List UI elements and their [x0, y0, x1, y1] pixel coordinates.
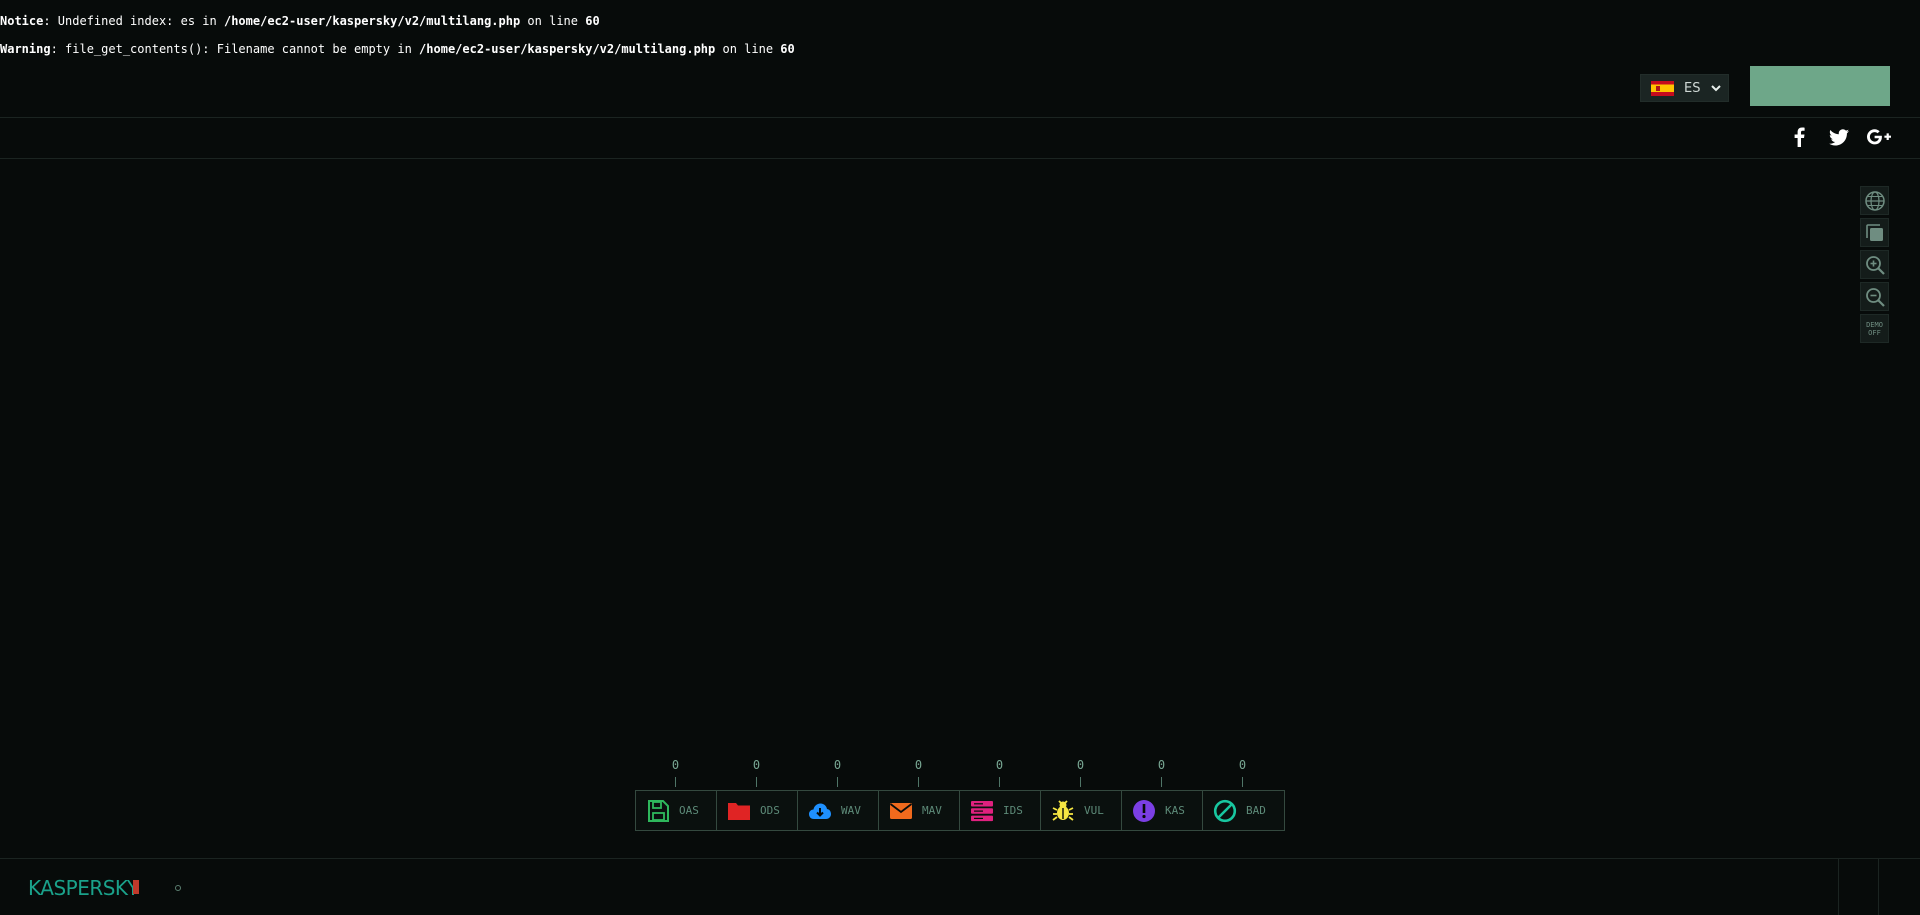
count-value: 0: [671, 758, 680, 772]
count-value: 0: [1076, 758, 1085, 772]
header-action-button[interactable]: [1750, 66, 1890, 106]
spain-flag-icon: [1651, 80, 1674, 96]
legend-label: WAV: [841, 804, 861, 817]
legend-counters: 0 0 0 0 0 0 0 0: [635, 758, 1285, 790]
legend-item-ids[interactable]: IDS: [960, 791, 1041, 830]
legend-item-wav[interactable]: WAV: [798, 791, 879, 830]
server-icon: [971, 800, 993, 821]
count-value: 0: [995, 758, 1004, 772]
legend-item-vul[interactable]: VUL: [1041, 791, 1122, 830]
header-divider: [0, 117, 1920, 118]
globe-view-button[interactable]: [1860, 186, 1889, 215]
legend-label: KAS: [1165, 804, 1185, 817]
footer-separator: [1838, 858, 1839, 915]
zoom-in-icon: [1865, 255, 1885, 275]
social-bar-divider: [0, 158, 1920, 159]
kaspersky-lab-badge: [133, 880, 139, 894]
legend-item-kas[interactable]: KAS: [1122, 791, 1203, 830]
language-selector[interactable]: ES: [1640, 74, 1729, 102]
notice-line-number: 60: [585, 14, 600, 28]
count-value: 0: [1157, 758, 1166, 772]
notice-path: /home/ec2-user/kaspersky/v2/multilang.ph…: [223, 14, 521, 28]
threat-legend: OAS ODS WAV MAV IDS VUL KAS BAD: [635, 790, 1285, 831]
warning-message: : file_get_contents(): Filename cannot b…: [50, 42, 420, 56]
count-value: 0: [1238, 758, 1247, 772]
warning-line-text: on line: [715, 42, 781, 56]
notice-line-text: on line: [520, 14, 586, 28]
php-notice-line: Notice: Undefined index: es in /home/ec2…: [0, 14, 600, 28]
demo-toggle-button[interactable]: DEMO OFF: [1860, 314, 1889, 343]
legend-item-ods[interactable]: ODS: [717, 791, 798, 830]
cloud-download-icon: [809, 803, 831, 819]
twitter-icon[interactable]: [1826, 124, 1852, 150]
zoom-out-icon: [1865, 287, 1885, 307]
php-warning-line: Warning: file_get_contents(): Filename c…: [0, 42, 795, 56]
count-vul: 0: [1040, 758, 1121, 787]
legend-item-mav[interactable]: MAV: [879, 791, 960, 830]
legend-label: ODS: [760, 804, 780, 817]
language-code: ES: [1684, 80, 1701, 96]
notice-label: Notice: [0, 14, 44, 28]
legend-item-bad[interactable]: BAD: [1203, 791, 1284, 830]
flat-view-button[interactable]: [1860, 218, 1889, 247]
legend-item-oas[interactable]: OAS: [636, 791, 717, 830]
legend-label: OAS: [679, 804, 699, 817]
demo-state: OFF: [1868, 328, 1881, 337]
ban-icon: [1213, 799, 1237, 822]
zoom-in-button[interactable]: [1860, 250, 1889, 279]
legend-label: BAD: [1246, 804, 1266, 817]
count-ids: 0: [959, 758, 1040, 787]
count-value: 0: [914, 758, 923, 772]
google-plus-icon[interactable]: [1866, 124, 1892, 150]
count-bad: 0: [1202, 758, 1283, 787]
legend-label: VUL: [1084, 804, 1104, 817]
warning-path: /home/ec2-user/kaspersky/v2/multilang.ph…: [419, 42, 716, 56]
count-wav: 0: [797, 758, 878, 787]
kaspersky-logo[interactable]: KASPERSKY: [28, 876, 139, 900]
folder-icon: [728, 802, 750, 820]
warning-label: Warning: [0, 42, 51, 56]
count-value: 0: [833, 758, 842, 772]
footer-divider: [0, 858, 1920, 859]
count-kas: 0: [1121, 758, 1202, 787]
exclamation-circle-icon: [1133, 799, 1155, 822]
legend-label: IDS: [1003, 804, 1023, 817]
envelope-icon: [889, 802, 913, 819]
warning-line-number: 60: [780, 42, 795, 56]
bug-icon: [1052, 799, 1074, 821]
facebook-icon[interactable]: [1786, 124, 1812, 150]
count-oas: 0: [635, 758, 716, 787]
globe-icon: [1864, 190, 1885, 211]
window-icon: [1865, 223, 1883, 241]
floppy-disk-icon: [648, 799, 669, 822]
footer-separator: [1878, 858, 1879, 915]
count-ods: 0: [716, 758, 797, 787]
notice-message: : Undefined index: es in: [43, 14, 224, 28]
zoom-out-button[interactable]: [1860, 282, 1889, 311]
legend-label: MAV: [922, 804, 942, 817]
count-value: 0: [752, 758, 761, 772]
demo-label: DEMO: [1866, 320, 1883, 329]
footer-dot-icon[interactable]: [175, 885, 181, 891]
chevron-down-icon: [1711, 85, 1722, 92]
count-mav: 0: [878, 758, 959, 787]
